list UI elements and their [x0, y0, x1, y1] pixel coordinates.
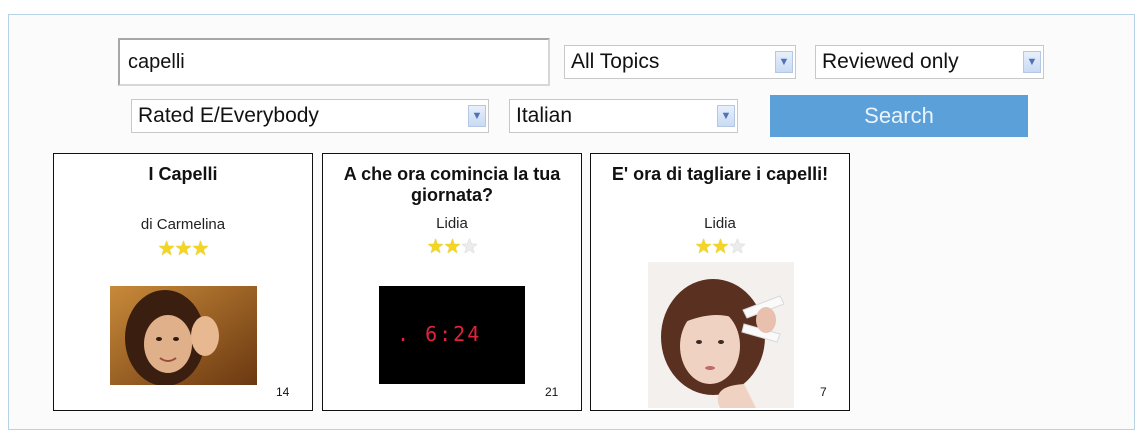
star-icon: ★ — [728, 236, 746, 258]
topic-select[interactable]: All Topics ▼ — [564, 45, 796, 79]
search-input[interactable] — [118, 38, 550, 86]
language-select-value: Italian — [516, 104, 573, 127]
clock-readout: . 6:24 — [397, 322, 482, 346]
chevron-down-icon[interactable]: ▼ — [468, 105, 486, 127]
star-rating: ★★★ — [591, 234, 849, 259]
result-card[interactable]: A che ora comincia la tua giornata? Lidi… — [322, 153, 582, 411]
search-button[interactable]: Search — [770, 95, 1028, 137]
rating-select-value: Rated E/Everybody — [138, 104, 319, 127]
woman-scissors-photo-thumbnail[interactable] — [648, 262, 794, 408]
view-count: 7 — [820, 385, 827, 399]
result-card[interactable]: I Capelli di Carmelina ★★★ 14 — [53, 153, 313, 411]
star-icon: ★ — [191, 238, 209, 260]
star-icon: ★ — [174, 238, 193, 260]
chevron-down-icon[interactable]: ▼ — [1023, 51, 1041, 73]
chevron-down-icon[interactable]: ▼ — [717, 105, 735, 127]
card-author: Lidia — [436, 215, 468, 232]
result-card[interactable]: E' ora di tagliare i capelli! Lidia ★★★ … — [590, 153, 850, 411]
rating-select[interactable]: Rated E/Everybody ▼ — [131, 99, 489, 133]
star-icon: ★ — [443, 236, 462, 258]
digital-clock-thumbnail[interactable]: . 6:24 — [379, 286, 525, 384]
star-icon: ★ — [426, 236, 445, 258]
topic-select-value: All Topics — [571, 50, 660, 73]
review-select-value: Reviewed only — [822, 50, 959, 73]
review-select[interactable]: Reviewed only ▼ — [815, 45, 1044, 79]
card-title[interactable]: I Capelli — [54, 164, 312, 185]
card-author: di Carmelina — [140, 216, 226, 233]
view-count: 14 — [276, 385, 290, 399]
star-icon: ★ — [694, 236, 713, 258]
star-icon: ★ — [460, 236, 478, 258]
star-rating: ★★★ — [54, 236, 312, 261]
star-rating: ★★★ — [323, 234, 581, 259]
girl-photo-thumbnail[interactable] — [110, 286, 257, 385]
card-title[interactable]: E' ora di tagliare i capelli! — [591, 164, 849, 185]
star-icon: ★ — [711, 236, 730, 258]
card-title[interactable]: A che ora comincia la tua giornata? — [323, 164, 581, 206]
language-select[interactable]: Italian ▼ — [509, 99, 738, 133]
star-icon: ★ — [157, 238, 176, 260]
view-count: 21 — [545, 385, 559, 399]
card-author: Lidia — [704, 215, 736, 232]
chevron-down-icon[interactable]: ▼ — [775, 51, 793, 73]
